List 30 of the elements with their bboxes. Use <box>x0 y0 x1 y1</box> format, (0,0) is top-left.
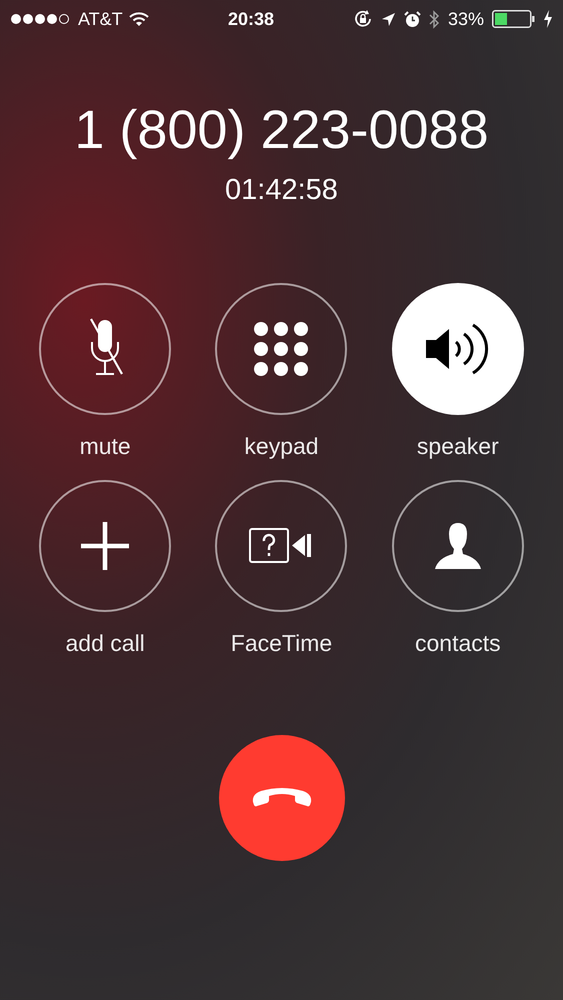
status-time: 20:38 <box>227 8 276 30</box>
person-silhouette-icon <box>434 522 482 570</box>
carrier-name: AT&T <box>78 8 123 30</box>
speaker-icon <box>424 322 491 376</box>
call-duration: 01:42:58 <box>225 173 338 207</box>
battery-icon <box>492 10 535 28</box>
control-label: keypad <box>244 432 319 460</box>
add-toggle-button[interactable] <box>39 480 172 612</box>
control-label: add call <box>66 629 145 657</box>
keypad-icon <box>254 322 308 376</box>
rotation-lock-icon <box>352 9 373 29</box>
plus-icon <box>81 522 130 570</box>
phone-number: 1 (800) 223-0088 <box>74 99 489 161</box>
control-label: FaceTime <box>230 629 332 657</box>
keypad-toggle-button[interactable] <box>215 283 348 415</box>
bluetooth-icon <box>428 10 440 28</box>
battery-percent: 33% <box>448 8 484 30</box>
control-label: contacts <box>414 629 501 657</box>
control-label: mute <box>80 432 131 460</box>
contacts-toggle-button[interactable] <box>392 480 524 612</box>
hang-up-phone-icon <box>250 788 312 808</box>
wifi-icon <box>128 12 149 26</box>
location-arrow-icon <box>380 12 396 26</box>
mute-toggle-button[interactable] <box>39 283 172 415</box>
signal-icon <box>10 13 72 25</box>
facetime-toggle-button[interactable] <box>215 480 348 612</box>
control-label: speaker <box>416 432 499 460</box>
alarm-clock-icon <box>404 10 421 28</box>
charging-bolt-icon <box>543 10 553 28</box>
facetime-unavailable-icon <box>249 528 314 564</box>
